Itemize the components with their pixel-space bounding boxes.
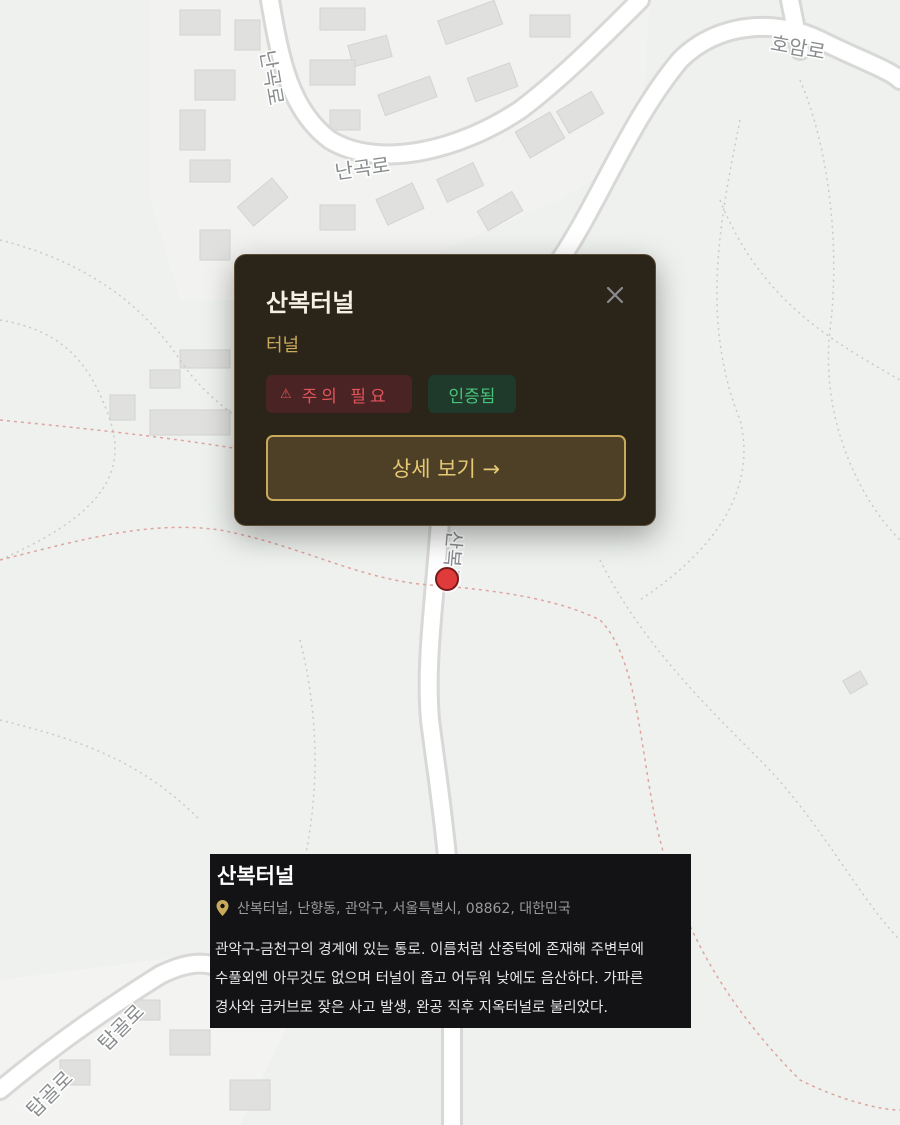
warning-triangle-icon: ⚠ (280, 386, 292, 402)
info-card-title: 산복터널 (217, 864, 295, 888)
warning-badge: ⚠ 주의 필요 (266, 375, 412, 413)
place-info-card: 산복터널 산복터널, 난향동, 관악구, 서울특별시, 08862, 대한민국 … (210, 854, 691, 1028)
location-pin-icon (216, 900, 229, 916)
close-icon[interactable] (603, 283, 627, 307)
view-details-button[interactable]: 상세 보기 → (266, 435, 626, 501)
warning-badge-label: 주의 필요 (301, 386, 390, 407)
address-row: 산복터널, 난향동, 관악구, 서울특별시, 08862, 대한민국 (216, 898, 571, 918)
location-marker-pin[interactable] (435, 567, 459, 591)
popup-category: 터널 (266, 335, 300, 356)
place-popup: 산복터널 터널 ⚠ 주의 필요 인증됨 상세 보기 → (234, 254, 656, 526)
description-text: 관악구-금천구의 경계에 있는 통로. 이름처럼 산중턱에 존재해 주변부에 수… (215, 942, 644, 1016)
address-text: 산복터널, 난향동, 관악구, 서울특별시, 08862, 대한민국 (237, 901, 571, 917)
verified-badge: 인증됨 (428, 375, 516, 413)
verified-badge-label: 인증됨 (448, 386, 496, 407)
popup-title: 산복터널 (266, 289, 355, 317)
